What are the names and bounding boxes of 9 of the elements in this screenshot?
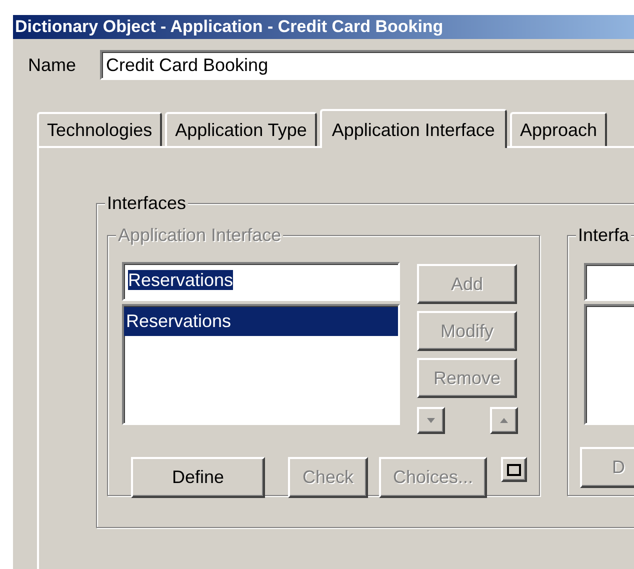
tab[interactable]: Approach: [510, 112, 608, 146]
name-label: Name: [28, 54, 78, 76]
square-icon: [507, 464, 521, 476]
tab[interactable]: Application Interface: [320, 109, 507, 148]
tab[interactable]: Technologies: [37, 112, 162, 146]
frame-button[interactable]: [501, 457, 527, 482]
window-title: Dictionary Object - Application - Credit Card Booking: [13, 15, 634, 39]
tab[interactable]: Application Type: [165, 112, 317, 146]
name-field[interactable]: Credit Card Booking: [100, 50, 634, 80]
